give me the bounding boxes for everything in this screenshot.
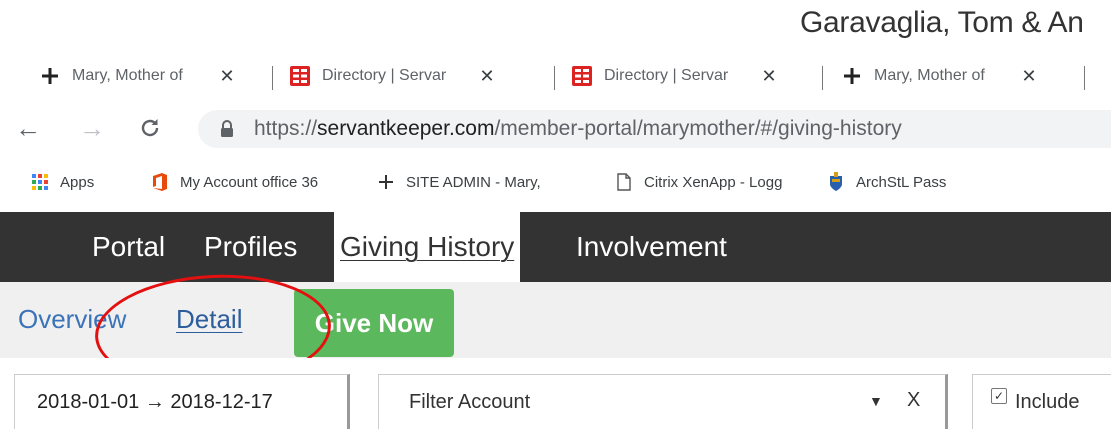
tab-title: Directory | Servar [604,67,729,84]
tab-separator [1084,66,1085,90]
url-path: /member-portal/marymother/#/giving-histo… [494,117,902,140]
nav-label: Involvement [576,231,727,262]
caret-down-icon[interactable]: ▼ [869,393,883,409]
bookmark-archstl[interactable]: ArchStL Pass [826,170,1111,194]
bookmarks-bar: Apps My Account office 36 SITE ADMIN - M… [0,158,1111,206]
close-icon[interactable]: ✕ [478,66,496,86]
address-bar-row: ← → https://servantkeeper.com/member-por… [0,100,1111,156]
bookmark-label: ArchStL Pass [856,173,947,191]
url-bar[interactable]: https://servantkeeper.com/member-portal/… [198,110,1111,148]
tab-separator [554,66,555,90]
nav-label: Profiles [204,231,298,262]
close-icon[interactable]: ✕ [760,66,778,86]
office-icon [150,172,170,192]
browser-tab-2[interactable]: Directory | Servar ✕ [290,54,496,98]
apps-grid-icon [30,172,50,192]
tab-title: Directory | Servar [322,67,447,84]
tab-title: Mary, Mother of [874,67,985,84]
bookmark-office[interactable]: My Account office 36 [150,170,360,194]
browser-tab-4[interactable]: Mary, Mother of ✕ [842,54,1038,98]
plus-icon [376,172,396,192]
nav-label: Portal [92,231,166,262]
include-option[interactable]: ✓ Include [972,374,1111,429]
nav-label: Giving History [340,231,515,262]
nav-involvement[interactable]: Involvement [570,212,733,282]
bookmark-citrix[interactable]: Citrix XenApp - Logg [614,170,810,194]
nav-profiles[interactable]: Profiles [198,212,303,282]
tab-separator [272,66,273,90]
browser-tab-3[interactable]: Directory | Servar ✕ [572,54,778,98]
bookmark-site-admin[interactable]: SITE ADMIN - Mary, [376,170,596,194]
bookmark-label: SITE ADMIN - Mary, [406,173,541,191]
page-icon [614,172,634,192]
lock-icon [220,120,234,138]
plus-icon [842,66,862,86]
crest-icon [826,172,846,192]
filter-account-select[interactable]: Filter Account ▼ X [378,374,948,429]
include-checkbox[interactable]: ✓ [991,388,1007,404]
back-icon[interactable]: ← [14,113,42,143]
plus-icon [40,66,60,86]
site-nav: Portal Profiles Giving History Involveme… [0,212,1111,282]
bookmark-label: Apps [60,173,95,191]
browser-tab-1[interactable]: Mary, Mother of ✕ [40,54,236,98]
user-name: Garavaglia, Tom & An [800,6,1084,39]
reload-icon[interactable] [136,114,164,142]
tab-separator [822,66,823,90]
servantkeeper-icon [290,66,310,86]
bookmark-apps[interactable]: Apps [30,170,94,194]
forward-icon[interactable]: → [78,113,106,143]
nav-portal[interactable]: Portal [86,212,171,282]
include-label: Include [1015,390,1080,413]
date-range-picker[interactable]: 2018-01-01 → 2018-12-17 [14,374,350,429]
url-scheme: https:// [254,117,318,140]
close-icon[interactable]: ✕ [218,66,236,86]
bookmark-label: Citrix XenApp - Logg [644,173,783,191]
bookmark-label: My Account office 36 [180,173,319,191]
tab-title: Mary, Mother of [72,67,183,84]
clear-filter-button[interactable]: X [907,389,920,412]
nav-giving-history[interactable]: Giving History [334,212,521,282]
browser-tab-strip: Mary, Mother of ✕ Directory | Servar ✕ D… [0,54,1111,100]
close-icon[interactable]: ✕ [1020,66,1038,86]
url-text: https://servantkeeper.com/member-portal/… [254,117,902,141]
filter-account-placeholder: Filter Account [409,390,531,413]
filter-row: 2018-01-01 → 2018-12-17 Filter Account ▼… [0,358,1111,429]
servantkeeper-icon [572,66,592,86]
url-host: servantkeeper.com [317,117,495,140]
